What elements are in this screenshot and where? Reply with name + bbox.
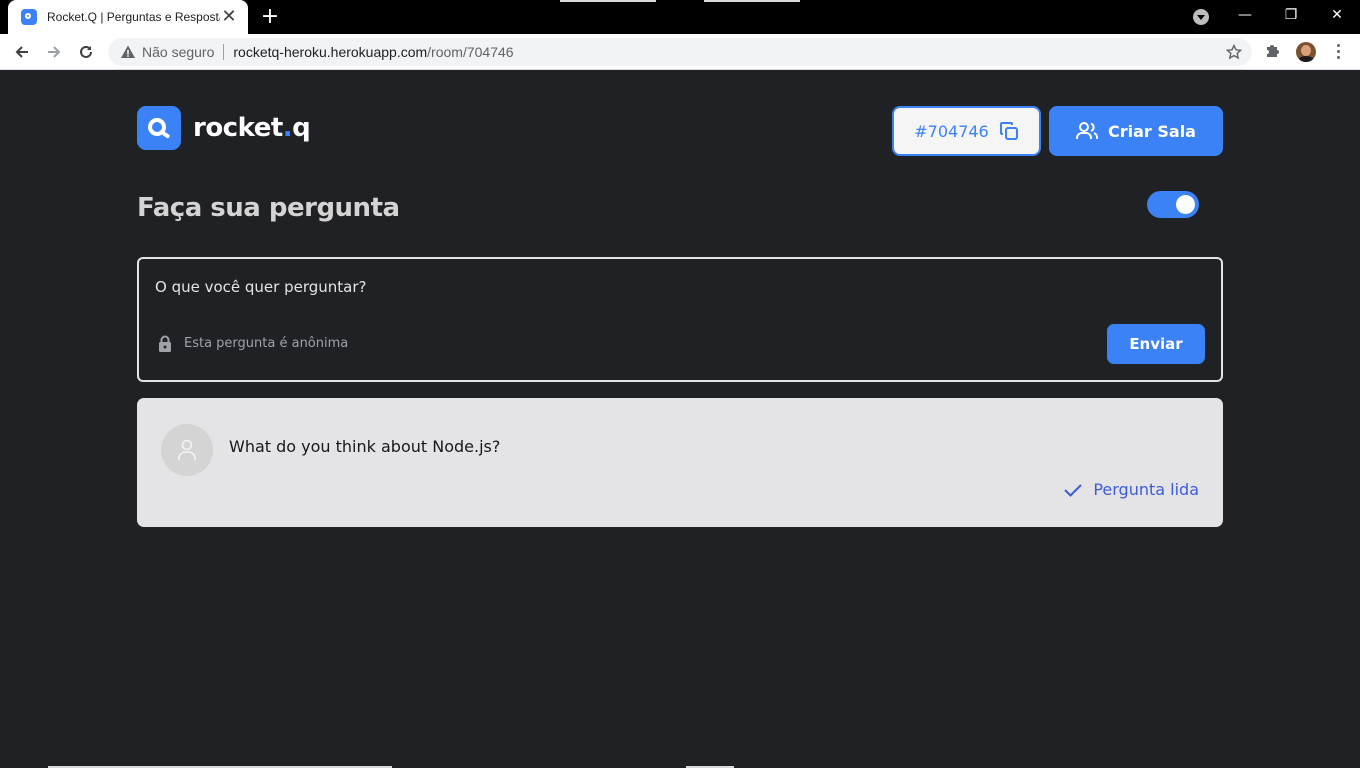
titlebar-strip	[560, 0, 656, 2]
new-tab-button[interactable]: +	[258, 5, 282, 29]
anonymous-label: Esta pergunta é anônima	[184, 336, 349, 351]
user-avatar-icon	[161, 424, 213, 476]
browser-titlebar: Rocket.Q | Perguntas e Respostas ✕ + — ❐…	[0, 0, 1360, 34]
url-text[interactable]: rocketq-heroku.herokuapp.com/room/704746	[233, 44, 513, 60]
minimize-button[interactable]: —	[1222, 0, 1268, 34]
security-label[interactable]: Não seguro	[142, 44, 214, 60]
browser-menu-icon[interactable]	[1330, 42, 1346, 62]
logo-suffix: q	[292, 113, 311, 143]
url-host: rocketq-heroku.herokuapp.com	[233, 44, 428, 60]
browser-toolbar: Não seguro rocketq-heroku.herokuapp.com/…	[0, 34, 1360, 70]
logo-dot: .	[282, 113, 293, 143]
profile-avatar[interactable]	[1296, 42, 1316, 62]
rocketq-logo[interactable]: rocket.q	[137, 106, 311, 150]
address-bar[interactable]: Não seguro rocketq-heroku.herokuapp.com/…	[108, 38, 1252, 66]
rocketq-favicon-icon	[21, 9, 37, 25]
dark-mode-toggle[interactable]	[1147, 191, 1199, 218]
close-window-button[interactable]: ✕	[1314, 0, 1360, 34]
create-room-button[interactable]: Criar Sala	[1049, 106, 1223, 156]
bookmark-star-icon[interactable]	[1226, 44, 1242, 60]
extensions-puzzle-icon[interactable]	[1264, 42, 1282, 60]
read-status-label: Pergunta lida	[1093, 480, 1199, 499]
forward-arrow-icon	[48, 46, 61, 58]
tab-title: Rocket.Q | Perguntas e Respostas	[47, 10, 220, 24]
mark-as-read-button[interactable]: Pergunta lida	[1063, 480, 1199, 499]
copy-icon	[999, 122, 1018, 140]
question-form: Esta pergunta é anônima Enviar	[137, 257, 1223, 382]
restore-button[interactable]: ❐	[1268, 0, 1314, 34]
warning-icon	[121, 45, 135, 58]
users-icon	[1076, 122, 1098, 139]
check-icon	[1064, 483, 1083, 497]
question-card: What do you think about Node.js? Pergunt…	[137, 398, 1223, 527]
anonymous-notice: Esta pergunta é anônima	[158, 335, 348, 352]
logo-word: rocket	[193, 113, 283, 143]
copy-room-code-button[interactable]: #704746	[892, 106, 1041, 156]
omnibox-divider	[223, 44, 225, 60]
send-question-button[interactable]: Enviar	[1107, 324, 1205, 364]
room-code-label: #704746	[914, 121, 989, 141]
reload-button[interactable]	[74, 40, 98, 64]
tab-search-icon[interactable]	[1193, 9, 1209, 25]
back-arrow-icon	[15, 46, 28, 58]
back-button[interactable]	[10, 40, 34, 64]
logo-search-icon	[137, 106, 181, 150]
browser-tab[interactable]: Rocket.Q | Perguntas e Respostas ✕	[8, 0, 248, 34]
page-title: Faça sua pergunta	[137, 193, 400, 223]
tab-close-icon[interactable]: ✕	[220, 8, 238, 26]
forward-button[interactable]	[42, 40, 66, 64]
question-input[interactable]	[155, 275, 1055, 299]
question-text: What do you think about Node.js?	[229, 437, 501, 456]
url-path: /room/704746	[427, 44, 514, 60]
reload-icon	[80, 45, 92, 58]
toggle-knob	[1176, 195, 1195, 214]
lock-icon	[159, 335, 171, 352]
create-room-label: Criar Sala	[1108, 121, 1196, 141]
titlebar-strip	[704, 0, 800, 2]
logo-text: rocket.q	[193, 113, 311, 143]
